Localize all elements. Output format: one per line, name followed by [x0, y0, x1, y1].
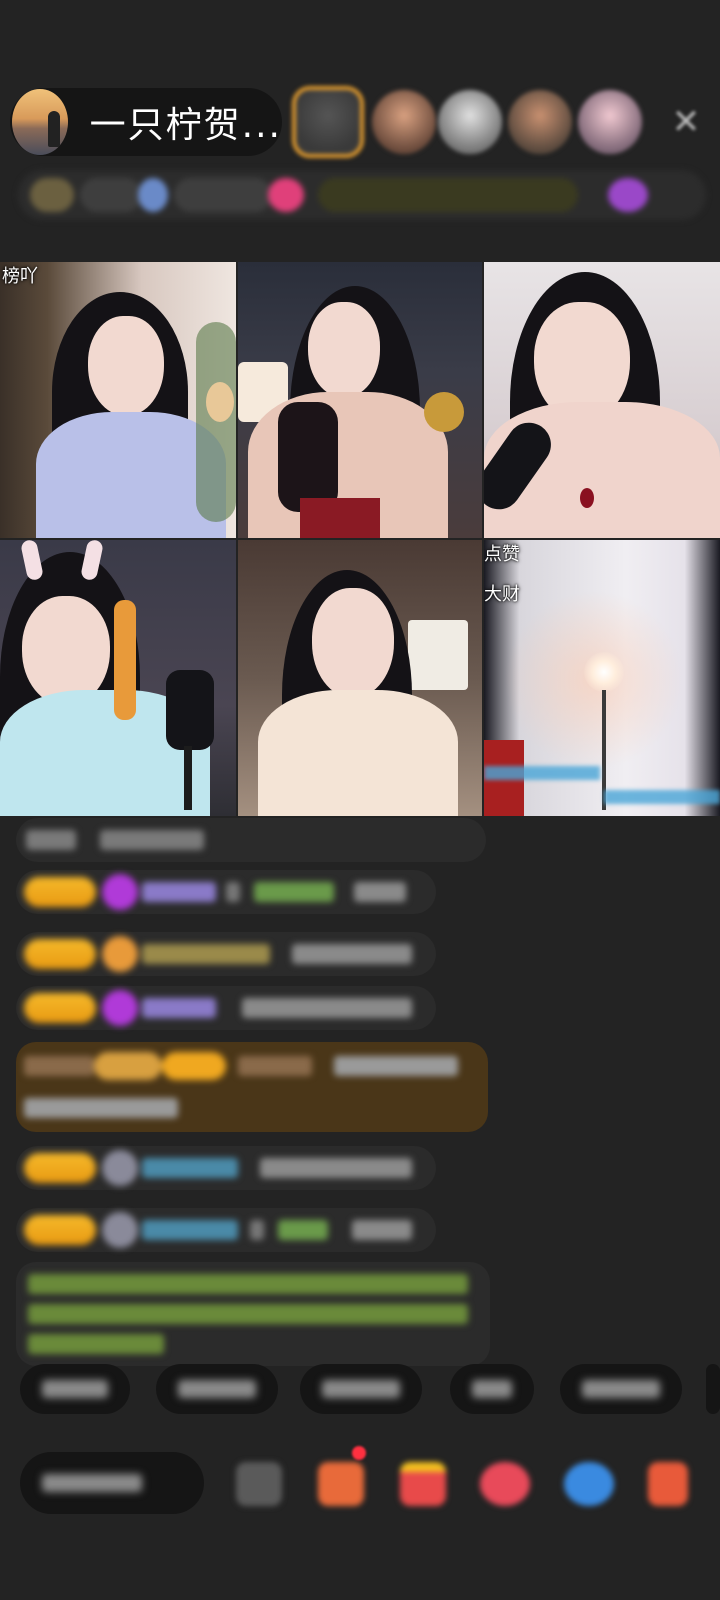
- tile-caption: 点赞: [484, 544, 520, 565]
- rank-chip: [30, 178, 74, 212]
- chat-message: [16, 818, 486, 862]
- video-tile[interactable]: [484, 262, 720, 538]
- chat-message-highlight: [16, 1042, 488, 1132]
- host-name: 一只柠贺...: [89, 105, 282, 146]
- system-notice: [16, 1262, 490, 1366]
- tile-caption: 大财: [484, 584, 520, 605]
- viewer-avatar[interactable]: [438, 90, 502, 154]
- rank-chip: [80, 178, 142, 212]
- chat-message: [16, 932, 436, 976]
- video-tile[interactable]: [238, 262, 482, 538]
- quick-reply-chip[interactable]: [706, 1364, 720, 1414]
- gift-icon[interactable]: [648, 1462, 688, 1506]
- video-tile[interactable]: 点赞 大财: [484, 540, 720, 816]
- chat-message: [16, 1208, 436, 1252]
- video-tile[interactable]: 榜吖: [0, 262, 236, 538]
- chat-message: [16, 1146, 436, 1190]
- quick-reply-chip[interactable]: [300, 1364, 422, 1414]
- gift-box-icon[interactable]: [318, 1462, 364, 1506]
- video-tile[interactable]: [238, 540, 482, 816]
- host-avatar[interactable]: [12, 89, 68, 155]
- quick-reply-chip[interactable]: [156, 1364, 278, 1414]
- rank-icon: [268, 178, 304, 212]
- rank-icon: [608, 178, 648, 212]
- quick-reply-chip[interactable]: [20, 1364, 130, 1414]
- rank-chip: [318, 178, 578, 212]
- quick-reply-chip[interactable]: [450, 1364, 534, 1414]
- rank-bar[interactable]: [18, 170, 706, 220]
- share-icon[interactable]: [564, 1462, 614, 1506]
- viewer-avatar[interactable]: [578, 90, 642, 154]
- notification-dot: [352, 1446, 366, 1460]
- chat-message: [16, 986, 436, 1030]
- chat-input[interactable]: [20, 1452, 204, 1514]
- rank-chip: [174, 178, 272, 212]
- video-tile[interactable]: [0, 540, 236, 816]
- host-info[interactable]: 一只柠贺...: [10, 88, 282, 156]
- viewer-avatar[interactable]: [508, 90, 572, 154]
- viewer-avatar[interactable]: [292, 86, 364, 158]
- treasure-icon[interactable]: [400, 1462, 446, 1506]
- rank-icon: [138, 178, 168, 212]
- viewer-avatar[interactable]: [372, 90, 436, 154]
- quick-reply-chip[interactable]: [560, 1364, 682, 1414]
- close-icon[interactable]: ✕: [668, 104, 704, 140]
- video-grid: 榜吖 点赞 大财: [0, 262, 720, 816]
- chat-message: [16, 870, 436, 914]
- tile-caption: 榜吖: [2, 266, 38, 287]
- heart-gift-icon[interactable]: [480, 1462, 530, 1506]
- more-icon[interactable]: [236, 1462, 282, 1506]
